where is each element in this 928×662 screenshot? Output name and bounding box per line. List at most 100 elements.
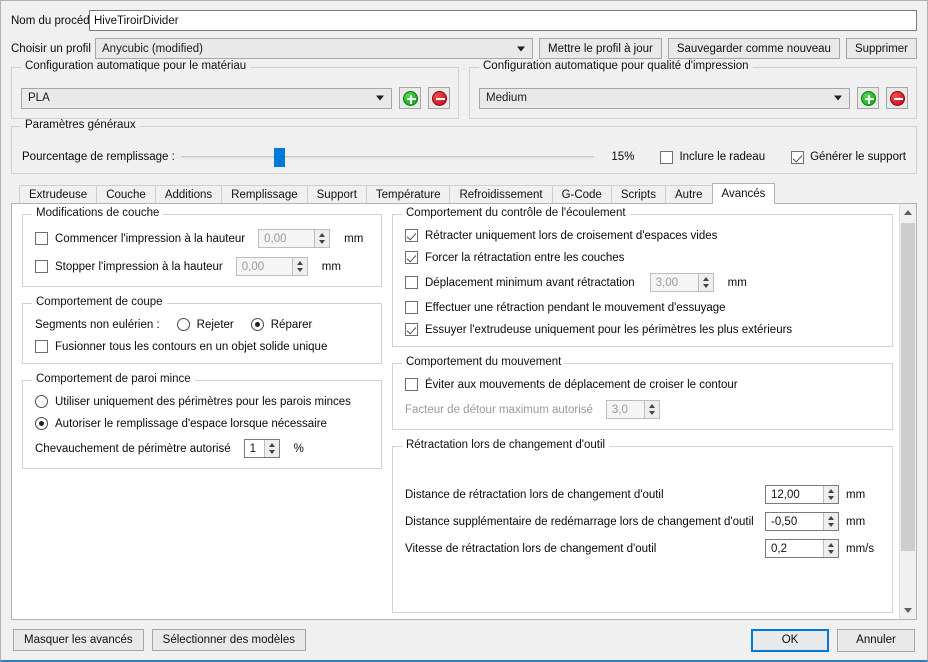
dialog-header: Nom du procédé : Choisir un profil : Any… bbox=[1, 1, 927, 183]
perimeter-overlap-label: Chevauchement de périmètre autorisé bbox=[35, 442, 231, 455]
flow-control-checkbox[interactable] bbox=[405, 323, 418, 336]
process-name-label: Nom du procédé : bbox=[11, 14, 103, 27]
tab-scripts[interactable]: Scripts bbox=[610, 185, 666, 204]
scrollbar-thumb[interactable] bbox=[901, 223, 915, 551]
remove-material-button[interactable] bbox=[428, 87, 450, 109]
stop-height-unit: mm bbox=[321, 260, 341, 273]
stepper-up-icon[interactable] bbox=[828, 543, 834, 547]
tab-avanc-s[interactable]: Avancés bbox=[711, 183, 776, 204]
stepper-down-icon[interactable] bbox=[296, 268, 303, 272]
stepper-buttons[interactable] bbox=[823, 540, 838, 557]
quality-select[interactable]: Medium bbox=[479, 87, 850, 109]
scroll-up-button[interactable] bbox=[900, 204, 916, 221]
stepper-buttons[interactable] bbox=[263, 440, 279, 457]
stop-height-checkbox[interactable] bbox=[35, 260, 48, 273]
flow-control-checkbox[interactable] bbox=[405, 229, 418, 242]
general-params-group: Paramètres généraux Pourcentage de rempl… bbox=[11, 119, 917, 174]
stepper-buttons[interactable] bbox=[823, 486, 838, 503]
repair-radio[interactable] bbox=[250, 318, 264, 331]
tab-remplissage[interactable]: Remplissage bbox=[221, 185, 308, 204]
stepper-down-icon[interactable] bbox=[702, 284, 709, 288]
stepper-down-icon[interactable] bbox=[828, 550, 834, 554]
material-select[interactable]: PLA bbox=[21, 87, 392, 109]
tab-label: G-Code bbox=[561, 189, 602, 201]
tab-support[interactable]: Support bbox=[306, 185, 367, 204]
tool-change-group: Rétractation lors de changement d'outil … bbox=[392, 439, 893, 613]
tab-refroidissement[interactable]: Refroidissement bbox=[449, 185, 553, 204]
infill-slider-track bbox=[180, 156, 595, 159]
stepper-buttons[interactable] bbox=[314, 230, 330, 247]
perimeter-overlap-unit: % bbox=[293, 442, 304, 455]
stepper-up-icon[interactable] bbox=[828, 489, 834, 493]
raft-checkbox[interactable] bbox=[660, 150, 674, 164]
support-checkbox-row[interactable]: Générer le support bbox=[791, 150, 906, 164]
chevron-down-icon bbox=[904, 608, 912, 613]
flow-control-checkbox[interactable] bbox=[405, 301, 418, 314]
avoid-crossing-checkbox[interactable] bbox=[405, 378, 418, 391]
tab-label: Avancés bbox=[721, 188, 766, 200]
stepper-up-icon[interactable] bbox=[319, 233, 326, 237]
infill-slider-thumb[interactable] bbox=[273, 148, 285, 167]
update-profile-button[interactable]: Mettre le profil à jour bbox=[539, 38, 662, 59]
stepper-down-icon[interactable] bbox=[828, 523, 834, 527]
start-height-row: Commencer l'impression à la hauteur 0,00… bbox=[35, 229, 371, 248]
flow-control-checkbox[interactable] bbox=[405, 251, 418, 264]
add-material-button[interactable] bbox=[399, 87, 421, 109]
stepper-up-icon[interactable] bbox=[296, 261, 303, 265]
minus-circle-icon bbox=[431, 90, 447, 106]
vertical-scrollbar[interactable] bbox=[899, 204, 916, 619]
cancel-button[interactable]: Annuler bbox=[837, 628, 915, 652]
start-height-checkbox[interactable] bbox=[35, 232, 48, 245]
process-name-input[interactable] bbox=[89, 10, 917, 31]
scroll-down-button[interactable] bbox=[900, 602, 916, 619]
stepper-up-icon[interactable] bbox=[648, 404, 655, 408]
flow-control-checkbox[interactable] bbox=[405, 276, 418, 289]
flow-control-label: Forcer la rétractation entre les couches bbox=[425, 251, 625, 264]
support-checkbox[interactable] bbox=[791, 150, 805, 164]
remove-quality-button[interactable] bbox=[886, 87, 908, 109]
raft-checkbox-row[interactable]: Inclure le radeau bbox=[660, 150, 765, 164]
tool-change-row: Vitesse de rétractation lors de changeme… bbox=[405, 539, 882, 558]
stepper-buttons[interactable] bbox=[643, 401, 659, 418]
save-as-new-button[interactable]: Sauvegarder comme nouveau bbox=[667, 38, 840, 59]
stepper-up-icon[interactable] bbox=[268, 443, 275, 447]
auto-material-title: Configuration automatique pour le matéri… bbox=[21, 60, 251, 72]
tab-extrudeuse[interactable]: Extrudeuse bbox=[19, 185, 98, 204]
hide-advanced-button[interactable]: Masquer les avancés bbox=[13, 629, 144, 651]
stepper-up-icon[interactable] bbox=[828, 516, 834, 520]
allow-gap-fill-radio[interactable] bbox=[35, 417, 48, 430]
select-models-button[interactable]: Sélectionner des modèles bbox=[151, 629, 307, 651]
stepper-buttons[interactable] bbox=[823, 513, 838, 530]
stepper-down-icon[interactable] bbox=[828, 496, 834, 500]
stepper-down-icon[interactable] bbox=[648, 411, 655, 415]
stepper-down-icon[interactable] bbox=[268, 450, 275, 454]
reject-radio[interactable] bbox=[176, 318, 190, 331]
stepper-up-icon[interactable] bbox=[702, 277, 709, 281]
stop-height-label: Stopper l'impression à la hauteur bbox=[55, 260, 223, 273]
min-travel-stepper[interactable]: 3,00 bbox=[649, 273, 714, 292]
tab-autre[interactable]: Autre bbox=[665, 185, 713, 204]
ok-button[interactable]: OK bbox=[751, 628, 829, 652]
add-quality-button[interactable] bbox=[857, 87, 879, 109]
cut-behavior-title: Comportement de coupe bbox=[32, 296, 167, 308]
delete-profile-button[interactable]: Supprimer bbox=[845, 38, 917, 59]
tab-g-code[interactable]: G-Code bbox=[551, 185, 612, 204]
detour-factor-stepper[interactable]: 3,0 bbox=[605, 400, 660, 419]
tab-temp-rature[interactable]: Température bbox=[365, 185, 451, 204]
tool-change-stepper[interactable]: 12,00 bbox=[765, 485, 839, 504]
stop-height-stepper[interactable]: 0,00 bbox=[235, 257, 308, 276]
stepper-down-icon[interactable] bbox=[319, 240, 326, 244]
merge-contours-checkbox[interactable] bbox=[35, 340, 48, 353]
tool-change-stepper[interactable]: -0,50 bbox=[765, 512, 839, 531]
profile-select[interactable]: Anycubic (modified) bbox=[95, 38, 534, 59]
tool-change-stepper[interactable]: 0,2 bbox=[765, 539, 839, 558]
stepper-buttons[interactable] bbox=[697, 274, 713, 291]
infill-slider[interactable] bbox=[180, 147, 595, 167]
perimeters-only-radio[interactable] bbox=[35, 395, 48, 408]
start-height-stepper[interactable]: 0,00 bbox=[258, 229, 331, 248]
stepper-buttons[interactable] bbox=[291, 258, 307, 275]
tab-additions[interactable]: Additions bbox=[154, 185, 223, 204]
scrollbar-track[interactable] bbox=[900, 221, 916, 602]
tab-couche[interactable]: Couche bbox=[96, 185, 156, 204]
perimeter-overlap-stepper[interactable]: 1 bbox=[243, 439, 280, 458]
